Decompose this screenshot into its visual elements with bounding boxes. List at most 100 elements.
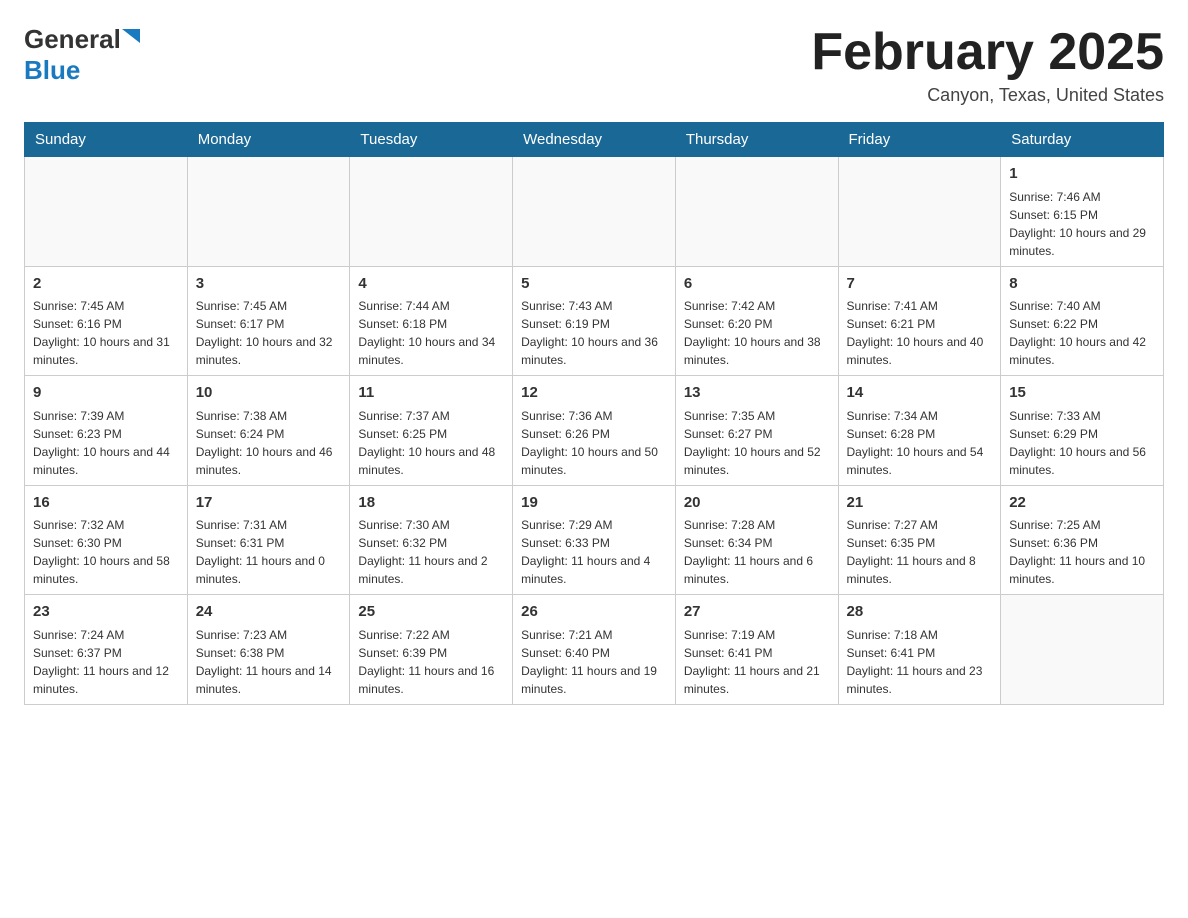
- day-info: Sunrise: 7:38 AM Sunset: 6:24 PM Dayligh…: [196, 407, 342, 479]
- calendar-header-tuesday: Tuesday: [350, 123, 513, 157]
- day-info: Sunrise: 7:23 AM Sunset: 6:38 PM Dayligh…: [196, 626, 342, 698]
- day-info: Sunrise: 7:19 AM Sunset: 6:41 PM Dayligh…: [684, 626, 830, 698]
- day-info: Sunrise: 7:37 AM Sunset: 6:25 PM Dayligh…: [358, 407, 504, 479]
- day-number: 7: [847, 273, 993, 296]
- page-header: General Blue February 2025 Canyon, Texas…: [24, 24, 1164, 106]
- day-number: 2: [33, 273, 179, 296]
- calendar-cell: 2Sunrise: 7:45 AM Sunset: 6:16 PM Daylig…: [25, 266, 188, 376]
- day-info: Sunrise: 7:43 AM Sunset: 6:19 PM Dayligh…: [521, 297, 667, 369]
- day-info: Sunrise: 7:24 AM Sunset: 6:37 PM Dayligh…: [33, 626, 179, 698]
- location-text: Canyon, Texas, United States: [811, 85, 1164, 106]
- calendar-cell: 20Sunrise: 7:28 AM Sunset: 6:34 PM Dayli…: [675, 485, 838, 595]
- calendar-week-row: 23Sunrise: 7:24 AM Sunset: 6:37 PM Dayli…: [25, 595, 1164, 705]
- calendar-cell: 9Sunrise: 7:39 AM Sunset: 6:23 PM Daylig…: [25, 376, 188, 486]
- day-number: 3: [196, 273, 342, 296]
- day-number: 23: [33, 601, 179, 624]
- day-number: 26: [521, 601, 667, 624]
- day-number: 14: [847, 382, 993, 405]
- calendar-cell: 12Sunrise: 7:36 AM Sunset: 6:26 PM Dayli…: [513, 376, 676, 486]
- day-info: Sunrise: 7:31 AM Sunset: 6:31 PM Dayligh…: [196, 516, 342, 588]
- calendar-cell: 17Sunrise: 7:31 AM Sunset: 6:31 PM Dayli…: [187, 485, 350, 595]
- calendar-cell: 22Sunrise: 7:25 AM Sunset: 6:36 PM Dayli…: [1001, 485, 1164, 595]
- day-number: 5: [521, 273, 667, 296]
- day-info: Sunrise: 7:40 AM Sunset: 6:22 PM Dayligh…: [1009, 297, 1155, 369]
- title-area: February 2025 Canyon, Texas, United Stat…: [811, 24, 1164, 106]
- calendar-cell: 11Sunrise: 7:37 AM Sunset: 6:25 PM Dayli…: [350, 376, 513, 486]
- day-number: 16: [33, 492, 179, 515]
- calendar-cell: 23Sunrise: 7:24 AM Sunset: 6:37 PM Dayli…: [25, 595, 188, 705]
- day-number: 22: [1009, 492, 1155, 515]
- calendar-table: SundayMondayTuesdayWednesdayThursdayFrid…: [24, 122, 1164, 705]
- day-number: 25: [358, 601, 504, 624]
- day-info: Sunrise: 7:29 AM Sunset: 6:33 PM Dayligh…: [521, 516, 667, 588]
- calendar-week-row: 2Sunrise: 7:45 AM Sunset: 6:16 PM Daylig…: [25, 266, 1164, 376]
- day-info: Sunrise: 7:18 AM Sunset: 6:41 PM Dayligh…: [847, 626, 993, 698]
- day-info: Sunrise: 7:35 AM Sunset: 6:27 PM Dayligh…: [684, 407, 830, 479]
- calendar-cell: [350, 157, 513, 267]
- calendar-header-wednesday: Wednesday: [513, 123, 676, 157]
- day-number: 13: [684, 382, 830, 405]
- calendar-header-saturday: Saturday: [1001, 123, 1164, 157]
- calendar-cell: 7Sunrise: 7:41 AM Sunset: 6:21 PM Daylig…: [838, 266, 1001, 376]
- day-info: Sunrise: 7:36 AM Sunset: 6:26 PM Dayligh…: [521, 407, 667, 479]
- day-number: 20: [684, 492, 830, 515]
- calendar-cell: 13Sunrise: 7:35 AM Sunset: 6:27 PM Dayli…: [675, 376, 838, 486]
- calendar-cell: [838, 157, 1001, 267]
- calendar-week-row: 9Sunrise: 7:39 AM Sunset: 6:23 PM Daylig…: [25, 376, 1164, 486]
- calendar-cell: 19Sunrise: 7:29 AM Sunset: 6:33 PM Dayli…: [513, 485, 676, 595]
- day-info: Sunrise: 7:46 AM Sunset: 6:15 PM Dayligh…: [1009, 188, 1155, 260]
- calendar-cell: 15Sunrise: 7:33 AM Sunset: 6:29 PM Dayli…: [1001, 376, 1164, 486]
- calendar-cell: 16Sunrise: 7:32 AM Sunset: 6:30 PM Dayli…: [25, 485, 188, 595]
- day-info: Sunrise: 7:27 AM Sunset: 6:35 PM Dayligh…: [847, 516, 993, 588]
- day-number: 17: [196, 492, 342, 515]
- logo-general-text: General: [24, 24, 121, 55]
- calendar-week-row: 16Sunrise: 7:32 AM Sunset: 6:30 PM Dayli…: [25, 485, 1164, 595]
- calendar-cell: 10Sunrise: 7:38 AM Sunset: 6:24 PM Dayli…: [187, 376, 350, 486]
- calendar-cell: 8Sunrise: 7:40 AM Sunset: 6:22 PM Daylig…: [1001, 266, 1164, 376]
- day-number: 24: [196, 601, 342, 624]
- day-info: Sunrise: 7:45 AM Sunset: 6:16 PM Dayligh…: [33, 297, 179, 369]
- calendar-cell: 18Sunrise: 7:30 AM Sunset: 6:32 PM Dayli…: [350, 485, 513, 595]
- calendar-cell: [1001, 595, 1164, 705]
- day-info: Sunrise: 7:30 AM Sunset: 6:32 PM Dayligh…: [358, 516, 504, 588]
- day-info: Sunrise: 7:25 AM Sunset: 6:36 PM Dayligh…: [1009, 516, 1155, 588]
- calendar-cell: 25Sunrise: 7:22 AM Sunset: 6:39 PM Dayli…: [350, 595, 513, 705]
- day-number: 27: [684, 601, 830, 624]
- day-info: Sunrise: 7:39 AM Sunset: 6:23 PM Dayligh…: [33, 407, 179, 479]
- calendar-header-sunday: Sunday: [25, 123, 188, 157]
- day-number: 1: [1009, 163, 1155, 186]
- day-number: 19: [521, 492, 667, 515]
- calendar-cell: [187, 157, 350, 267]
- day-number: 11: [358, 382, 504, 405]
- day-info: Sunrise: 7:34 AM Sunset: 6:28 PM Dayligh…: [847, 407, 993, 479]
- calendar-header-monday: Monday: [187, 123, 350, 157]
- day-info: Sunrise: 7:32 AM Sunset: 6:30 PM Dayligh…: [33, 516, 179, 588]
- day-number: 18: [358, 492, 504, 515]
- calendar-cell: 24Sunrise: 7:23 AM Sunset: 6:38 PM Dayli…: [187, 595, 350, 705]
- calendar-cell: 26Sunrise: 7:21 AM Sunset: 6:40 PM Dayli…: [513, 595, 676, 705]
- logo-flag-icon: [122, 29, 140, 43]
- day-number: 9: [33, 382, 179, 405]
- calendar-cell: 27Sunrise: 7:19 AM Sunset: 6:41 PM Dayli…: [675, 595, 838, 705]
- day-info: Sunrise: 7:22 AM Sunset: 6:39 PM Dayligh…: [358, 626, 504, 698]
- day-number: 10: [196, 382, 342, 405]
- calendar-cell: 3Sunrise: 7:45 AM Sunset: 6:17 PM Daylig…: [187, 266, 350, 376]
- logo: General Blue: [24, 24, 140, 86]
- calendar-cell: 4Sunrise: 7:44 AM Sunset: 6:18 PM Daylig…: [350, 266, 513, 376]
- calendar-header-row: SundayMondayTuesdayWednesdayThursdayFrid…: [25, 123, 1164, 157]
- calendar-week-row: 1Sunrise: 7:46 AM Sunset: 6:15 PM Daylig…: [25, 157, 1164, 267]
- day-info: Sunrise: 7:44 AM Sunset: 6:18 PM Dayligh…: [358, 297, 504, 369]
- day-number: 6: [684, 273, 830, 296]
- day-info: Sunrise: 7:45 AM Sunset: 6:17 PM Dayligh…: [196, 297, 342, 369]
- calendar-cell: [25, 157, 188, 267]
- day-number: 12: [521, 382, 667, 405]
- day-number: 4: [358, 273, 504, 296]
- day-info: Sunrise: 7:42 AM Sunset: 6:20 PM Dayligh…: [684, 297, 830, 369]
- calendar-header-friday: Friday: [838, 123, 1001, 157]
- day-number: 28: [847, 601, 993, 624]
- calendar-cell: 5Sunrise: 7:43 AM Sunset: 6:19 PM Daylig…: [513, 266, 676, 376]
- logo-blue-text: Blue: [24, 55, 80, 86]
- day-info: Sunrise: 7:28 AM Sunset: 6:34 PM Dayligh…: [684, 516, 830, 588]
- calendar-header-thursday: Thursday: [675, 123, 838, 157]
- calendar-cell: 6Sunrise: 7:42 AM Sunset: 6:20 PM Daylig…: [675, 266, 838, 376]
